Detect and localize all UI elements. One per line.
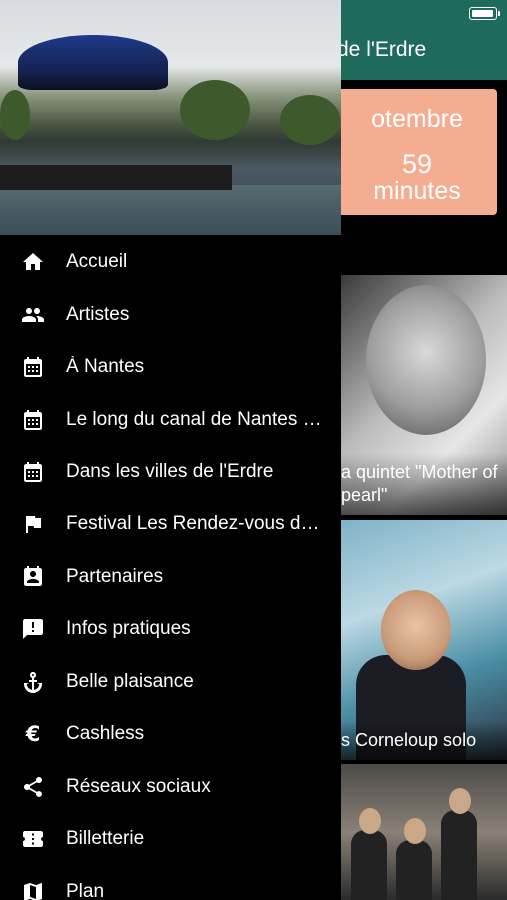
menu-item-festival[interactable]: Festival Les Rendez-vous de l'Erdre	[0, 498, 341, 550]
menu-item-label: Belle plaisance	[66, 671, 194, 692]
artist-photo	[351, 808, 387, 900]
menu-item-label: Accueil	[66, 251, 128, 272]
menu-item-cashless[interactable]: € Cashless	[0, 708, 341, 760]
map-icon	[20, 880, 46, 900]
menu-item-reseaux-sociaux[interactable]: Réseaux sociaux	[0, 761, 341, 813]
calendar-icon	[20, 355, 46, 379]
menu-item-label: Réseaux sociaux	[66, 776, 211, 797]
artist-card-caption: s Corneloup solo	[341, 721, 507, 760]
menu-item-partenaires[interactable]: Partenaires	[0, 551, 341, 603]
header-photo-tree	[280, 95, 340, 145]
countdown-month: otembre	[371, 105, 463, 133]
menu-item-villes-erdre[interactable]: Dans les villes de l'Erdre	[0, 446, 341, 498]
info-chat-icon	[20, 617, 46, 641]
menu-item-label: Le long du canal de Nantes à Brest	[66, 409, 329, 430]
menu-item-label: Plan	[66, 881, 105, 900]
countdown-banner[interactable]: otembre 59 minutes	[337, 89, 497, 215]
menu-item-label: Artistes	[66, 304, 130, 325]
header-photo-water	[0, 185, 341, 235]
artist-card[interactable]: s Corneloup solo	[341, 520, 507, 760]
navigation-drawer: Accueil Artistes À Nantes Le long du can…	[0, 0, 341, 900]
menu-item-label: Billetterie	[66, 828, 145, 849]
anchor-icon	[20, 670, 46, 694]
drawer-header-image	[0, 0, 341, 235]
share-icon	[20, 775, 46, 799]
calendar-icon	[20, 460, 46, 484]
header-photo-stage-base	[0, 165, 232, 190]
menu-item-label: Partenaires	[66, 566, 164, 587]
people-icon	[20, 303, 46, 327]
menu-item-label: Cashless	[66, 723, 145, 744]
header-photo-tree	[180, 80, 250, 140]
countdown-number: 59	[401, 149, 433, 179]
artist-photo-face	[381, 590, 451, 670]
euro-icon: €	[25, 722, 41, 746]
contact-card-icon	[20, 565, 46, 589]
calendar-icon	[20, 408, 46, 432]
menu-item-infos-pratiques[interactable]: Infos pratiques	[0, 603, 341, 655]
flag-icon	[20, 512, 46, 536]
menu-item-label: Dans les villes de l'Erdre	[66, 461, 274, 482]
header-photo-stage	[18, 35, 168, 90]
artist-photo	[396, 818, 432, 900]
battery-icon	[469, 7, 500, 20]
app-title: de l'Erdre	[337, 38, 427, 61]
artist-card-caption: a quintet "Mother of pearl"	[341, 453, 507, 515]
artist-photo	[441, 788, 477, 900]
artist-photo	[366, 285, 486, 435]
menu-item-canal-nantes-brest[interactable]: Le long du canal de Nantes à Brest	[0, 394, 341, 446]
header-photo-tree	[0, 90, 30, 140]
artist-card[interactable]	[341, 764, 507, 900]
menu-item-label: Infos pratiques	[66, 618, 191, 639]
menu-item-accueil[interactable]: Accueil	[0, 236, 341, 288]
home-icon	[20, 250, 46, 274]
ticket-icon	[20, 827, 46, 851]
countdown-unit: minutes	[373, 177, 461, 205]
artist-card[interactable]: a quintet "Mother of pearl"	[341, 275, 507, 515]
menu-item-belle-plaisance[interactable]: Belle plaisance	[0, 656, 341, 708]
menu-item-billetterie[interactable]: Billetterie	[0, 813, 341, 865]
menu-item-artistes[interactable]: Artistes	[0, 289, 341, 341]
menu-item-label: Festival Les Rendez-vous de l'Erdre	[66, 513, 329, 534]
menu-item-a-nantes[interactable]: À Nantes	[0, 341, 341, 393]
menu-item-label: À Nantes	[66, 356, 145, 377]
menu-item-plan[interactable]: Plan	[0, 866, 341, 900]
